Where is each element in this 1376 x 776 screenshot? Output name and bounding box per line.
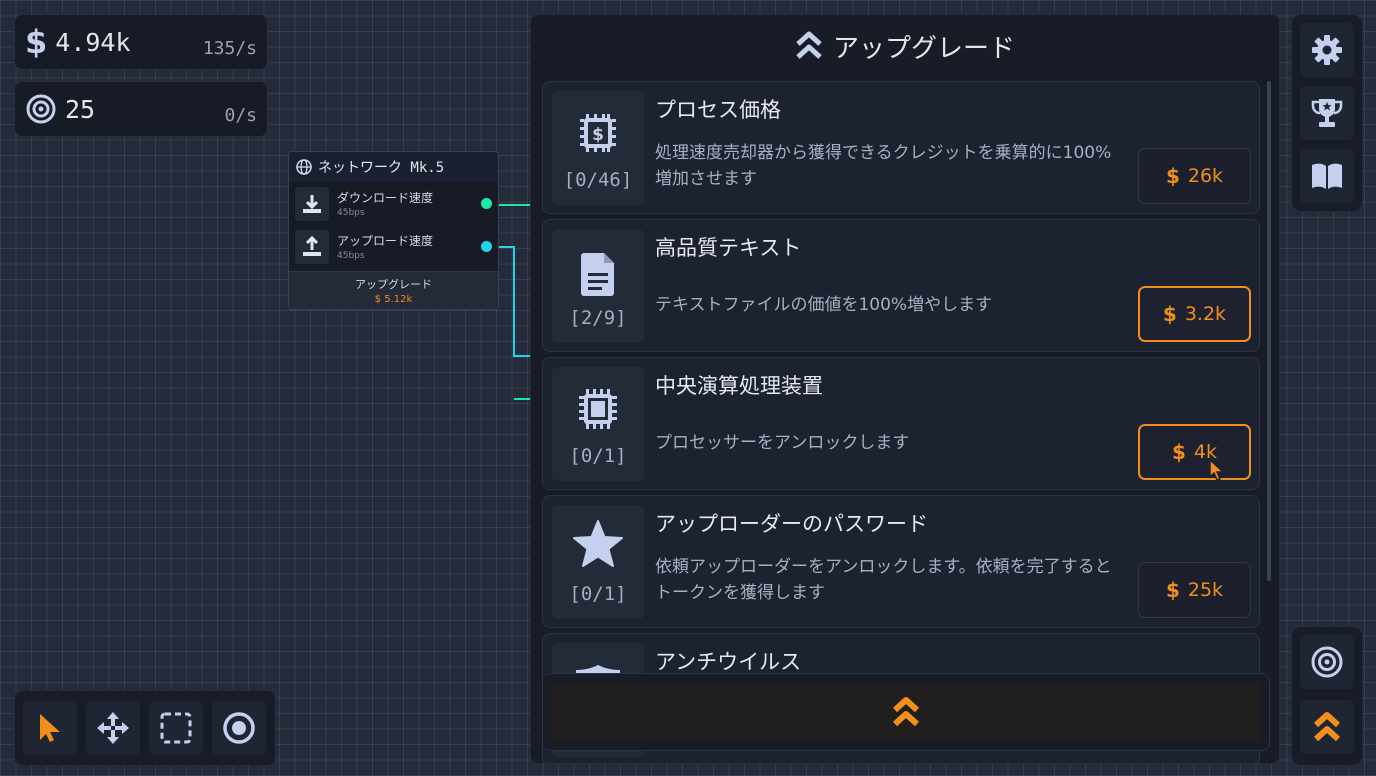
price-currency: $ — [1171, 440, 1186, 464]
upgrade-level: [0/1] — [569, 445, 627, 467]
price-currency: $ — [1165, 578, 1180, 602]
upgrade-description: プロセッサーをアンロックします — [655, 433, 910, 453]
side-menu-bottom — [1291, 626, 1363, 766]
port-label: アップロード速度 — [337, 234, 434, 248]
upgrade-title: アップローダーのパスワード — [655, 512, 928, 536]
upgrade-title: アンチウイルス — [655, 650, 802, 674]
upgrades-toggle-button[interactable] — [1300, 700, 1354, 754]
upgrade-chevrons-icon — [891, 695, 921, 729]
upgrade-title: プロセス価格 — [655, 98, 781, 122]
settings-button[interactable] — [1300, 23, 1354, 77]
node-upgrade-button[interactable]: アップグレード $ 5.12k — [289, 271, 498, 309]
node-upgrade-label: アップグレード — [355, 278, 432, 291]
upgrade-title: 高品質テキスト — [655, 236, 802, 260]
node-upgrade-price: $ 5.12k — [374, 294, 413, 305]
gear-icon — [1310, 33, 1344, 67]
document-icon — [552, 251, 644, 297]
target-tool-button[interactable] — [212, 701, 266, 755]
dollar-icon: $ — [25, 23, 48, 61]
panel-title-text: アップグレード — [832, 33, 1015, 64]
upgrade-description: 処理速度売却器から獲得できるクレジットを乗算的に100%増加させます — [655, 143, 1112, 189]
upgrade-level: [0/1] — [569, 583, 627, 605]
upgrade-chevrons-icon — [795, 31, 823, 61]
upgrade-level: [0/46] — [563, 169, 633, 191]
money-counter: $ 4.94k 135/s — [14, 14, 268, 70]
price-currency: $ — [1162, 302, 1177, 326]
guide-button[interactable] — [1300, 149, 1354, 203]
buy-button[interactable]: $4k — [1138, 424, 1251, 480]
token-counter: 25 0/s — [14, 81, 268, 137]
output-port-dot[interactable] — [481, 241, 492, 252]
upgrade-card: $ [0/46] プロセス価格 処理速度売却器から獲得できるクレジットを乗算的に… — [542, 81, 1260, 214]
mouse-cursor-icon — [1209, 458, 1225, 481]
select-box-icon — [159, 711, 193, 745]
upgrade-card: [2/9] 高品質テキスト テキストファイルの価値を100%増やします $3.2… — [542, 219, 1260, 352]
buy-button[interactable]: $3.2k — [1138, 286, 1251, 342]
pointer-tool-button[interactable] — [23, 701, 77, 755]
output-port-dot[interactable] — [481, 198, 492, 209]
pointer-icon — [36, 712, 64, 744]
tokens-button[interactable] — [1300, 635, 1354, 689]
token-value: 25 — [65, 94, 96, 124]
move-icon — [96, 711, 130, 745]
svg-text:$: $ — [592, 125, 604, 145]
port-upload: アップロード速度 45bps — [289, 225, 498, 268]
node-title: ネットワーク Mk.5 — [318, 160, 445, 176]
token-rate: 0/s — [224, 105, 257, 126]
upgrade-description: テキストファイルの価値を100%増やします — [655, 295, 993, 315]
port-label: ダウンロード速度 — [337, 191, 434, 205]
select-tool-button[interactable] — [149, 701, 203, 755]
upgrade-card: [0/1] 中央演算処理装置 プロセッサーをアンロックします $4k — [542, 357, 1260, 490]
bulk-upgrade-button[interactable] — [542, 673, 1270, 751]
buy-button[interactable]: $26k — [1138, 148, 1251, 204]
upgrade-title: 中央演算処理装置 — [655, 374, 823, 398]
book-icon — [1310, 161, 1344, 191]
download-icon — [295, 186, 329, 221]
token-icon — [1310, 645, 1344, 679]
upgrade-description: 依頼アップローダーをアンロックします。依頼を完了するとトークンを獲得します — [655, 557, 1112, 603]
achievements-button[interactable] — [1300, 86, 1354, 140]
target-icon — [222, 711, 256, 745]
money-rate: 135/s — [202, 38, 257, 59]
upgrade-panel: アップグレード $ [0/46] プロセス価格 処理速度売却器から獲得できるクレ… — [530, 14, 1280, 764]
money-value: 4.94k — [55, 27, 131, 57]
cpu-icon — [552, 385, 644, 433]
panel-title: アップグレード — [531, 15, 1279, 77]
buy-button[interactable]: $25k — [1138, 562, 1251, 618]
price-value: 25k — [1187, 579, 1224, 601]
upgrade-chevrons-icon — [1312, 710, 1342, 744]
chip-dollar-icon: $ — [552, 109, 644, 157]
network-node[interactable]: ネットワーク Mk.5 ダウンロード速度 45bps アップロード速度 45bp… — [288, 151, 499, 310]
globe-icon — [296, 159, 312, 175]
tool-bar — [14, 690, 276, 766]
trophy-icon — [1310, 96, 1344, 130]
token-icon — [25, 93, 57, 125]
star-icon — [552, 519, 644, 569]
upload-icon — [295, 229, 329, 264]
price-currency: $ — [1165, 164, 1180, 188]
side-menu-top — [1291, 14, 1363, 212]
port-speed: 45bps — [337, 208, 365, 218]
price-value: 3.2k — [1184, 303, 1227, 325]
port-speed: 45bps — [337, 251, 365, 261]
node-header[interactable]: ネットワーク Mk.5 — [289, 152, 498, 182]
upgrade-level: [2/9] — [569, 307, 627, 329]
port-download: ダウンロード速度 45bps — [289, 182, 498, 225]
scrollbar[interactable] — [1267, 81, 1271, 581]
upgrade-card: [0/1] アップローダーのパスワード 依頼アップローダーをアンロックします。依… — [542, 495, 1260, 628]
price-value: 26k — [1187, 165, 1224, 187]
move-tool-button[interactable] — [86, 701, 140, 755]
